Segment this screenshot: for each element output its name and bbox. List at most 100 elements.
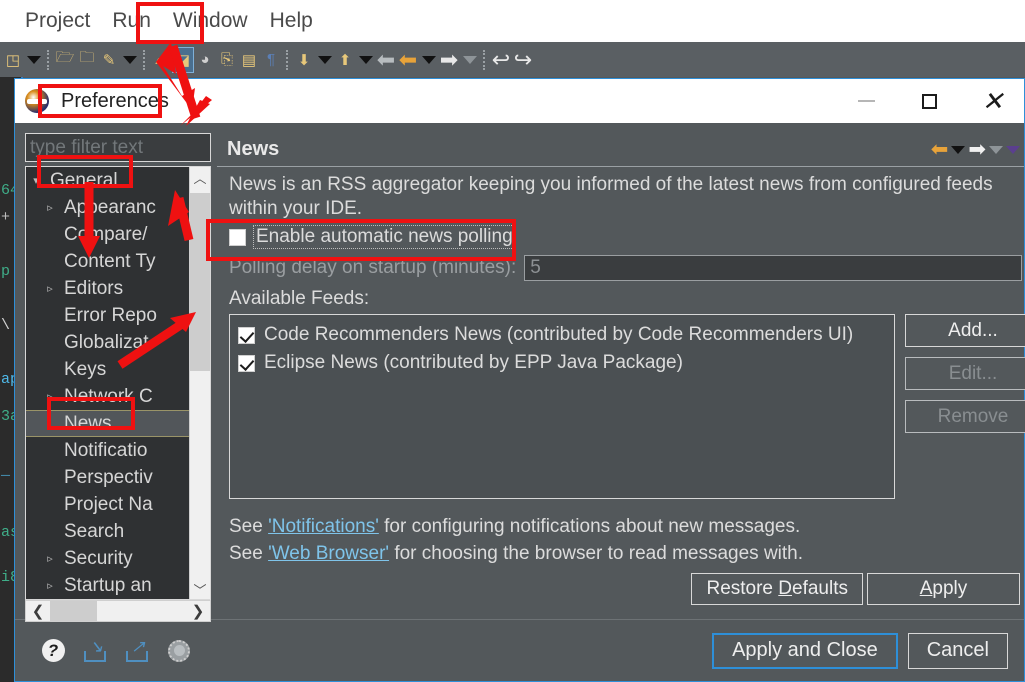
dialog-title-bar[interactable]: Preferences ✕ [15,79,1024,123]
tree-item-keys[interactable]: Keys [26,356,189,383]
back-dropdown-caret-icon[interactable] [419,47,438,73]
forward-dropdown-caret-icon[interactable] [460,47,479,73]
enable-polling-checkbox[interactable] [229,228,246,246]
scroll-down-icon[interactable]: ﹀ [193,579,206,599]
add-feed-button[interactable]: Add... [905,314,1025,347]
redo-icon[interactable]: ↪ [512,47,534,73]
new-dropdown-caret-icon[interactable] [24,47,43,73]
minimize-button[interactable] [835,79,898,123]
chevron-right-icon[interactable]: ▹ [40,282,60,295]
notifications-link[interactable]: 'Notifications' [268,516,379,537]
menu-item-help[interactable]: Help [259,0,324,42]
save-icon[interactable]: 🗀 [76,47,98,73]
tree-item-editors[interactable]: ▹ Editors [26,275,189,302]
new-icon[interactable]: ◳ [2,47,24,73]
chevron-down-icon[interactable]: ▾ [26,174,46,187]
tree-item-general[interactable]: ▾ General [26,167,189,194]
nav-forward-icon[interactable]: ➡ [968,139,986,160]
pen-dropdown-caret-icon[interactable] [120,47,139,73]
web-browser-link[interactable]: 'Web Browser' [268,543,389,564]
maximize-button[interactable] [898,79,961,123]
scroll-left-icon[interactable]: ❮ [26,602,50,620]
notifications-link-prefix: See [229,516,269,537]
tree-item-label: Search [64,520,125,542]
menu-item-run[interactable]: Run [101,0,162,42]
feeds-buttons: Add... Edit... Remove [905,314,1025,499]
feeds-list[interactable]: Code Recommenders News (contributed by C… [229,314,895,499]
vscroll-thumb[interactable] [190,193,210,371]
forward-arrow-icon[interactable]: ➡ [438,47,460,73]
tree-item-startup-an[interactable]: ▹ Startup an [26,572,189,599]
export-preferences-button[interactable]: ↗ [123,637,151,665]
tree-item-network-c[interactable]: ▹ Network C [26,383,189,410]
chevron-right-icon[interactable]: ▹ [40,552,60,565]
tree-item-notificatio[interactable]: Notificatio [26,437,189,464]
apply-and-close-button[interactable]: Apply and Close [712,632,898,669]
pen-icon[interactable]: ✎ [98,47,120,73]
polling-delay-input[interactable]: 5 [524,255,1022,281]
enable-polling-row[interactable]: Enable automatic news polling [229,225,1022,249]
hscroll-track[interactable] [50,601,186,621]
editor-highlight-icon[interactable]: ◪ [172,46,194,73]
debug-icon[interactable]: ◕ [194,47,216,73]
chevron-right-icon[interactable]: ▹ [40,390,60,403]
download-dropdown-caret-icon[interactable] [315,47,334,73]
back-gray-arrow-icon[interactable]: ⬅ [375,47,397,73]
chevron-right-icon[interactable]: ▹ [40,579,60,592]
hscroll-thumb[interactable] [50,601,97,621]
tree-item-error-repo[interactable]: Error Repo [26,302,189,329]
apply-button[interactable]: Apply [867,573,1020,605]
undo-icon[interactable]: ↩ [490,47,512,73]
upload-icon[interactable]: ⬆ [334,47,356,73]
tree-item-appearanc[interactable]: ▹ Appearanc [26,194,189,221]
help-button[interactable]: ? [39,637,67,665]
tree-item-project-na[interactable]: Project Na [26,491,189,518]
build-icon[interactable]: ▰ [150,47,172,73]
feed-checkbox[interactable] [238,354,255,372]
menu-item-window[interactable]: Window [162,0,259,42]
feed-checkbox[interactable] [238,326,255,344]
nav-back-caret-icon[interactable] [951,145,966,154]
open-folder-icon[interactable]: 🗁 [54,47,76,73]
tree-item-news[interactable]: News [26,410,189,437]
vscroll-track[interactable] [190,187,210,579]
tree-item-security[interactable]: ▹ Security [26,545,189,572]
upload-dropdown-caret-icon[interactable] [356,47,375,73]
feed-row[interactable]: Eclipse News (contributed by EPP Java Pa… [238,349,894,377]
download-icon[interactable]: ⬇ [293,47,315,73]
web-browser-link-suffix: for choosing the browser to read message… [389,543,804,564]
restore-defaults-button[interactable]: Restore Defaults [691,573,863,605]
cancel-button[interactable]: Cancel [907,632,1008,669]
close-button[interactable]: ✕ [961,79,1024,123]
scroll-up-icon[interactable]: ︿ [193,167,206,187]
preferences-tree[interactable]: ▾ General ▹ Appearanc Compare/Content Ty ▹ Edi… [25,166,211,600]
notifications-link-line: See 'Notifications' for configuring noti… [229,513,1022,540]
menu-item-project[interactable]: Project [14,0,101,42]
polling-delay-row: Polling delay on startup (minutes): 5 [229,255,1022,281]
settings-button[interactable] [165,637,193,665]
nav-forward-caret-icon[interactable] [989,145,1003,154]
scroll-right-icon[interactable]: ❯ [186,602,210,620]
tree-item-label: Keys [64,358,107,380]
tree-item-perspectiv[interactable]: Perspectiv [26,464,189,491]
page-header: News ⬅ ➡ [217,133,1024,167]
tree-item-label: Network C [64,385,153,407]
nav-menu-caret-icon[interactable] [1006,145,1020,154]
import-preferences-button[interactable]: ↘ [81,637,109,665]
tree-horizontal-scrollbar[interactable]: ❮ ❯ [25,600,211,622]
tree-item-search[interactable]: Search [26,518,189,545]
tree-item-globalizat[interactable]: Globalizat [26,329,189,356]
tree-item-compare[interactable]: Compare/ [26,221,189,248]
filter-input[interactable]: type filter text [25,133,211,162]
tree-vertical-scrollbar[interactable]: ︿ ﹀ [189,167,210,599]
list-icon[interactable]: ▤ [238,47,260,73]
pilcrow-icon[interactable]: ¶ [260,47,282,73]
tree-item-content-ty[interactable]: Content Ty [26,248,189,275]
nav-back-icon[interactable]: ⬅ [931,139,949,160]
feed-row[interactable]: Code Recommenders News (contributed by C… [238,321,894,349]
import-icon[interactable]: ⎘ [216,47,238,73]
feeds-area: Code Recommenders News (contributed by C… [229,314,1025,499]
enable-polling-label[interactable]: Enable automatic news polling [253,225,516,249]
back-orange-arrow-icon[interactable]: ⬅ [397,47,419,73]
chevron-right-icon[interactable]: ▹ [40,201,60,214]
